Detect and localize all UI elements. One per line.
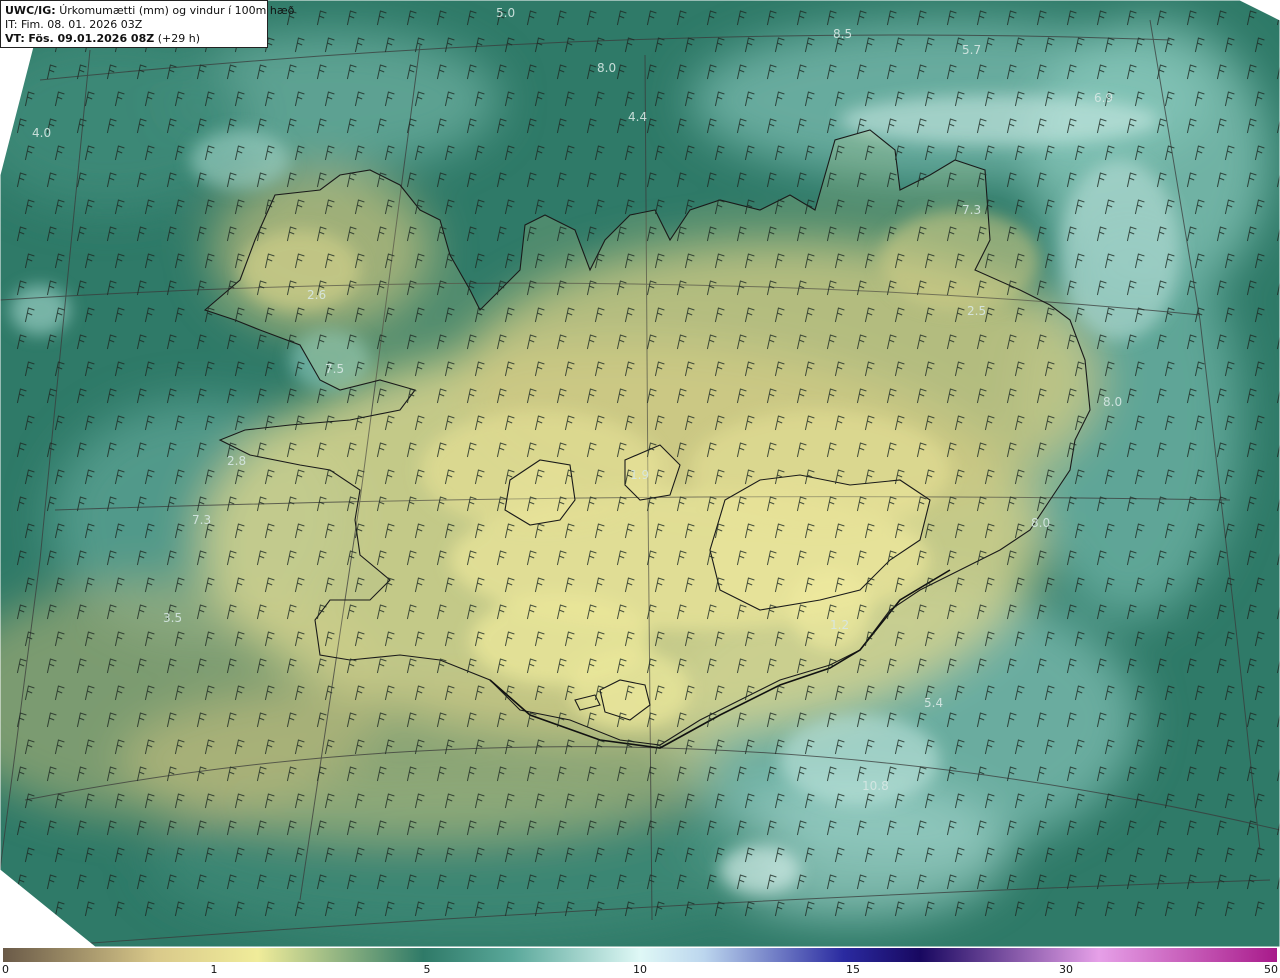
legend-tick: 5 xyxy=(423,963,431,976)
map-label: 2.8 xyxy=(227,454,247,468)
model-name: UWC/IG: xyxy=(5,4,56,17)
vt-value: Fös. 09.01.2026 08Z xyxy=(28,32,155,45)
map-title: Úrkomumætti (mm) og vindur í 100m hæð xyxy=(59,4,295,17)
legend-tick: 15 xyxy=(846,963,860,976)
legend-tick: 10 xyxy=(633,963,647,976)
map-label: 5.7 xyxy=(962,43,982,57)
map-label: 7.3 xyxy=(192,513,212,527)
colorbar xyxy=(3,948,1277,962)
map-label: 8.5 xyxy=(833,27,853,41)
legend-tick: 1 xyxy=(210,963,218,976)
map-label: 2.6 xyxy=(307,288,327,302)
map-label: 3.5 xyxy=(163,611,183,625)
valid-time-line: VT: Fös. 09.01.2026 08Z (+29 h) xyxy=(5,32,263,46)
map-label: 4.0 xyxy=(32,126,52,140)
map-label: 1.2 xyxy=(830,618,850,632)
init-time-line: IT: Fim. 08. 01. 2026 03Z xyxy=(5,18,263,32)
vt-prefix: VT: xyxy=(5,32,25,45)
legend-tick: 0 xyxy=(2,963,9,976)
it-prefix: IT: xyxy=(5,18,18,31)
colorbar-legend: 0 1 5 10 15 30 50 xyxy=(0,947,1280,978)
map-label: 7.3 xyxy=(962,203,982,217)
map-label: 2.5 xyxy=(967,304,987,318)
map-label: 6.9 xyxy=(1094,91,1114,105)
map-label: 8.0 xyxy=(597,61,617,75)
map-label: 7.5 xyxy=(325,362,345,376)
map-label: 5.4 xyxy=(924,696,944,710)
map-label: 5.0 xyxy=(496,6,516,20)
map-label: 1.9 xyxy=(630,468,650,482)
map-label: 8.0 xyxy=(1103,395,1123,409)
map-label: 8.0 xyxy=(1031,516,1051,530)
title-line: UWC/IG: Úrkomumætti (mm) og vindur í 100… xyxy=(5,4,294,18)
vt-offset: (+29 h) xyxy=(157,32,200,45)
map-label: 4.4 xyxy=(628,110,648,124)
info-box: UWC/IG: Úrkomumætti (mm) og vindur í 100… xyxy=(0,0,294,48)
it-value: Fim. 08. 01. 2026 03Z xyxy=(20,18,143,31)
map-label: 10.8 xyxy=(862,779,889,793)
legend-tick: 50 xyxy=(1264,963,1278,976)
legend-tick: 30 xyxy=(1059,963,1073,976)
